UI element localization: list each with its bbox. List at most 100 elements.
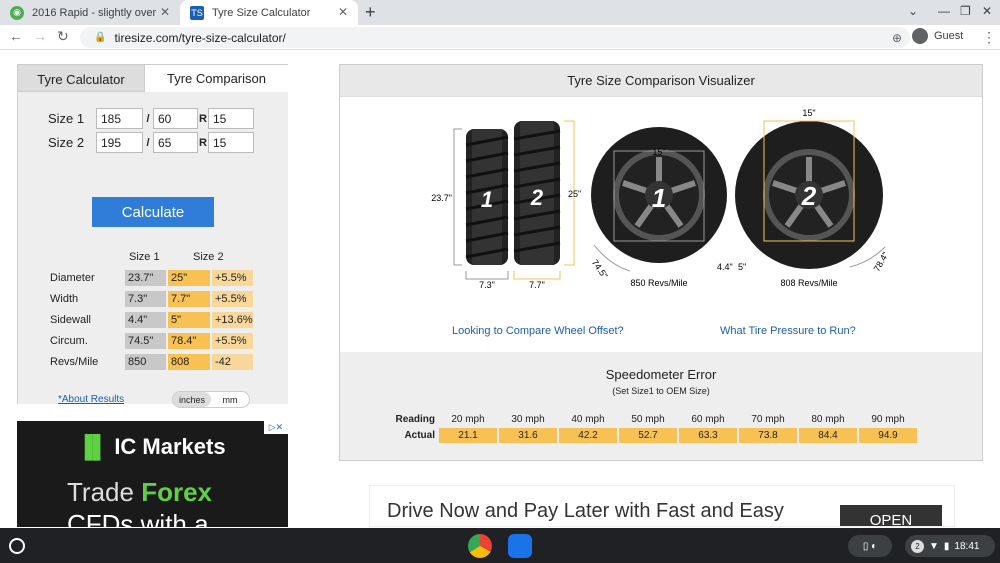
- size2-ratio-input[interactable]: 65: [153, 132, 198, 153]
- unit-toggle[interactable]: inches mm: [172, 391, 250, 408]
- actual-speed-cell: 42.2: [559, 428, 617, 443]
- tab-tyre-comparison[interactable]: Tyre Comparison: [145, 65, 288, 92]
- size2-value: 25": [168, 269, 210, 286]
- tab-title: 2016 Rapid - slightly oversized fr: [32, 6, 156, 19]
- profile-label: Guest: [934, 30, 964, 42]
- notification-badge: 2: [911, 539, 924, 553]
- tab-tyre-calculator-mode[interactable]: Tyre Calculator: [18, 65, 145, 92]
- menu-icon[interactable]: ⋮: [982, 29, 996, 46]
- minimize-icon[interactable]: —: [938, 4, 950, 18]
- slash-separator: /: [146, 112, 150, 125]
- actual-speed-cell: 63.3: [679, 428, 737, 443]
- diff-value: +5.5%: [212, 269, 253, 286]
- holding-space-tray[interactable]: ▯ ◐: [848, 535, 892, 557]
- size1-value: 7.3": [125, 290, 166, 307]
- size2-label: Size 2: [48, 135, 85, 150]
- size1-rim-input[interactable]: 15: [208, 108, 254, 129]
- reload-icon[interactable]: ↻: [57, 28, 69, 45]
- unit-mm-option[interactable]: mm: [211, 395, 249, 405]
- new-tab-icon[interactable]: +: [365, 2, 376, 23]
- result-row: Sidewall 4.4" 5" +13.6%: [50, 311, 255, 328]
- rim-separator: R: [199, 136, 207, 149]
- wheel-offset-link[interactable]: Looking to Compare Wheel Offset?: [452, 325, 624, 337]
- wheel-2-sidewall: 5": [738, 262, 746, 272]
- size1-value: 4.4": [125, 311, 166, 328]
- size1-width-input[interactable]: 185: [96, 108, 143, 129]
- calculator-body: Size 1 185 / 60 R 15 Size 2 195 / 65 R 1…: [18, 92, 288, 408]
- tyre-calculator-panel: Tyre Calculator Tyre Comparison Size 1 1…: [17, 64, 288, 408]
- size1-value: 23.7": [125, 269, 166, 286]
- size2-width-input[interactable]: 195: [96, 132, 143, 153]
- result-label: Circum.: [50, 334, 88, 347]
- size2-rim-input[interactable]: 15: [208, 132, 254, 153]
- side-tyre-2-number: 2: [530, 185, 544, 210]
- status-area[interactable]: 2 ▼ ▮ 18:41: [905, 535, 995, 557]
- comparison-visualizer: Tyre Size Comparison Visualizer 1 2 23.7…: [339, 64, 983, 461]
- ad-line2: CFDs with a: [67, 509, 209, 527]
- address-bar[interactable]: 🔒 tiresize.com/tyre-size-calculator/ ⊕: [80, 27, 910, 48]
- reading-label: Reading: [395, 414, 435, 425]
- diff-value: +5.5%: [212, 290, 253, 307]
- size1-value: 74.5": [125, 332, 166, 349]
- ad-financing[interactable]: Drive Now and Pay Later with Fast and Ea…: [369, 485, 955, 527]
- profile-button[interactable]: Guest: [912, 28, 963, 44]
- ts-favicon-icon: TS: [190, 5, 204, 20]
- result-row: Circum. 74.5" 78.4" +5.5%: [50, 332, 255, 349]
- result-row: Revs/Mile 850 808 -42: [50, 353, 255, 370]
- battery-icon: ▮: [943, 540, 950, 552]
- back-icon[interactable]: ←: [9, 28, 23, 44]
- size1-ratio-input[interactable]: 60: [153, 108, 198, 129]
- wheel-1-number: 1: [652, 183, 666, 213]
- ad-choices-icon[interactable]: ▷✕: [264, 421, 288, 434]
- speedometer-actual-row: Actual 21.1 31.6 42.2 52.7 63.3 73.8 84.4 94.9: [395, 428, 919, 443]
- lock-icon: 🔒: [94, 32, 107, 43]
- side-diameter-2: 25": [568, 189, 581, 199]
- close-tab-icon[interactable]: ✕: [338, 5, 348, 19]
- tab-forum[interactable]: ◉ 2016 Rapid - slightly oversized fr ✕: [0, 0, 180, 25]
- size2-row: Size 2 195 / 65 R 15: [48, 132, 254, 153]
- actual-speed-cell: 52.7: [619, 428, 677, 443]
- chrome-app-icon[interactable]: [468, 534, 492, 558]
- tab-title: Tyre Size Calculator: [212, 6, 311, 19]
- result-label: Sidewall: [50, 313, 91, 326]
- phone-hub-icon: ▯ ◐: [862, 540, 878, 552]
- visualizer-title: Tyre Size Comparison Visualizer: [340, 65, 982, 97]
- ad-line1: Trade Forex: [67, 477, 212, 507]
- close-window-icon[interactable]: ✕: [982, 4, 992, 18]
- ad-open-button[interactable]: OPEN: [840, 505, 942, 526]
- ad-headline: Drive Now and Pay Later with Fast and Ea…: [387, 500, 784, 526]
- actual-label: Actual: [404, 430, 435, 441]
- size2-value: 78.4": [168, 332, 210, 349]
- about-results-link[interactable]: *About Results: [58, 394, 124, 405]
- tab-search-icon[interactable]: ⌄: [908, 4, 918, 18]
- forward-icon[interactable]: →: [33, 28, 47, 44]
- close-tab-icon[interactable]: ✕: [160, 5, 170, 19]
- slash-separator: /: [146, 136, 150, 149]
- speedometer-error-section: Speedometer Error (Set Size1 to OEM Size…: [340, 352, 982, 460]
- result-row: Width 7.3" 7.7" +5.5%: [50, 290, 255, 307]
- forum-favicon-icon: ◉: [10, 5, 24, 20]
- actual-speed-cell: 84.4: [799, 428, 857, 443]
- wifi-icon: ▼: [929, 540, 939, 552]
- zoom-icon[interactable]: ⊕: [892, 31, 902, 45]
- unit-inches-option[interactable]: inches: [173, 392, 211, 407]
- reading-speed-cell: 20 mph: [451, 414, 485, 425]
- calculate-button[interactable]: Calculate: [92, 197, 214, 227]
- wheel-1-rim-label: 15": [652, 147, 665, 157]
- tab-tyre-calculator[interactable]: TS Tyre Size Calculator ✕: [180, 0, 358, 25]
- reading-speed-cell: 40 mph: [571, 414, 605, 425]
- result-label: Diameter: [50, 271, 95, 284]
- reading-speed-cell: 90 mph: [871, 414, 905, 425]
- reading-speed-cell: 30 mph: [511, 414, 545, 425]
- wheel-2-rim-label: 15": [802, 108, 815, 118]
- side-tyre-1-number: 1: [481, 187, 493, 212]
- restore-icon[interactable]: ❐: [960, 4, 971, 18]
- wheel-1-sidewall: 4.4": [717, 262, 733, 272]
- ad-ic-markets[interactable]: ▷✕ ▐▌ IC Markets Trade Forex CFDs with a: [17, 421, 288, 527]
- files-app-icon[interactable]: [508, 534, 532, 558]
- reading-speed-cell: 80 mph: [811, 414, 845, 425]
- launcher-icon[interactable]: [9, 538, 25, 554]
- tire-pressure-link[interactable]: What Tire Pressure to Run?: [720, 325, 856, 337]
- tyre-diagram: 1 2 23.7" 25" 7.3" 7.7" 1 15" 74.5" 4.4"…: [431, 108, 890, 290]
- size2-value: 5": [168, 311, 210, 328]
